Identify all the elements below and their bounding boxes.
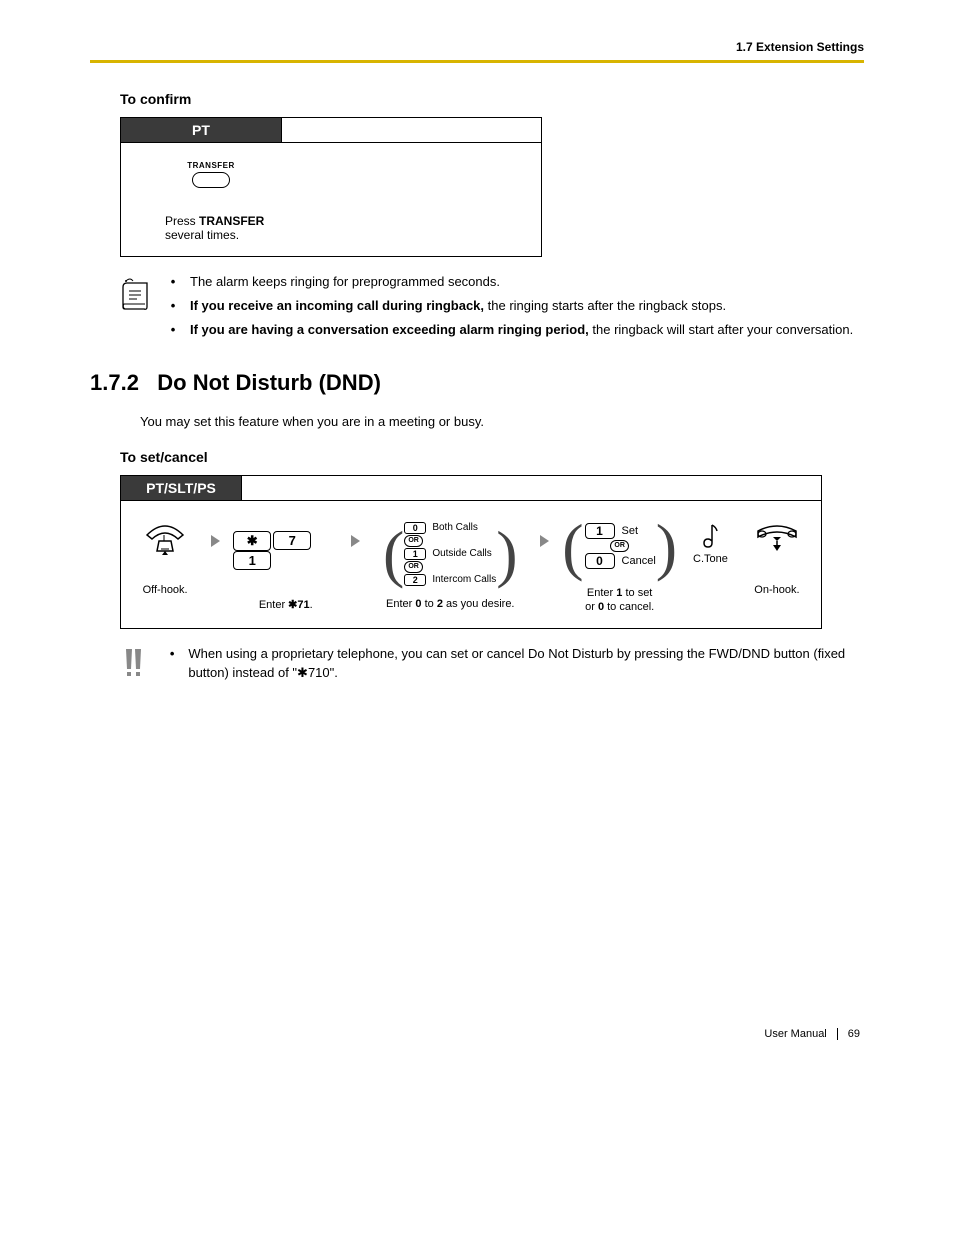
arrow-icon: [211, 535, 220, 547]
arrow-icon: [351, 535, 360, 547]
onhook-caption: On-hook.: [754, 583, 799, 597]
notepad-icon: [120, 273, 154, 346]
confirm-box: PT TRANSFER Press TRANSFER several times…: [120, 117, 542, 257]
header-section-label: 1.7 Extension Settings: [90, 40, 864, 60]
key-star: ✱: [233, 531, 271, 551]
offhook-icon: [143, 521, 187, 555]
setcancel-caption: Enter 1 to set or 0 to cancel.: [585, 586, 654, 615]
ctone-icon: [698, 521, 722, 551]
transfer-button-label: TRANSFER: [131, 161, 291, 170]
setcancel-heading: To set/cancel: [120, 449, 864, 465]
enter-code-caption: Enter ✱71.: [259, 598, 313, 612]
offhook-caption: Off-hook.: [143, 583, 188, 597]
option-group-calltype: ( 0Both Calls OR 1Outside Calls OR 2Inte…: [383, 521, 518, 587]
arrow-icon: [540, 535, 549, 547]
list-item: • The alarm keeps ringing for preprogram…: [168, 273, 864, 291]
key-7: 7: [273, 531, 311, 550]
exclamation-icon: [120, 645, 154, 687]
onhook-icon: [752, 521, 802, 555]
key-1: 1: [233, 551, 271, 570]
section-intro: You may set this feature when you are in…: [140, 414, 864, 429]
confirm-note-list: • The alarm keeps ringing for preprogram…: [168, 273, 864, 346]
calltype-caption: Enter 0 to 2 as you desire.: [386, 597, 514, 611]
setcancel-box-tab: PT/SLT/PS: [121, 476, 242, 501]
header-rule: [90, 60, 864, 63]
transfer-button-icon: [192, 172, 230, 188]
ctone-label: C.Tone: [693, 553, 728, 565]
option-group-setcancel: ( 1Set OR 0Cancel ): [562, 521, 677, 572]
page-footer: User Manual69: [90, 1028, 864, 1040]
list-item: • If you receive an incoming call during…: [168, 297, 864, 315]
confirm-box-tab: PT: [121, 118, 282, 143]
to-confirm-heading: To confirm: [120, 91, 864, 107]
list-item: • When using a proprietary telephone, yo…: [168, 645, 864, 681]
list-item: • If you are having a conversation excee…: [168, 321, 864, 339]
keypad-sequence: ✱71: [232, 521, 339, 570]
transfer-caption: Press TRANSFER several times.: [165, 214, 291, 242]
dnd-note-list: • When using a proprietary telephone, yo…: [168, 645, 864, 687]
section-heading: 1.7.2 Do Not Disturb (DND): [90, 370, 864, 396]
setcancel-box: PT/SLT/PS Off-hook.: [120, 475, 822, 630]
